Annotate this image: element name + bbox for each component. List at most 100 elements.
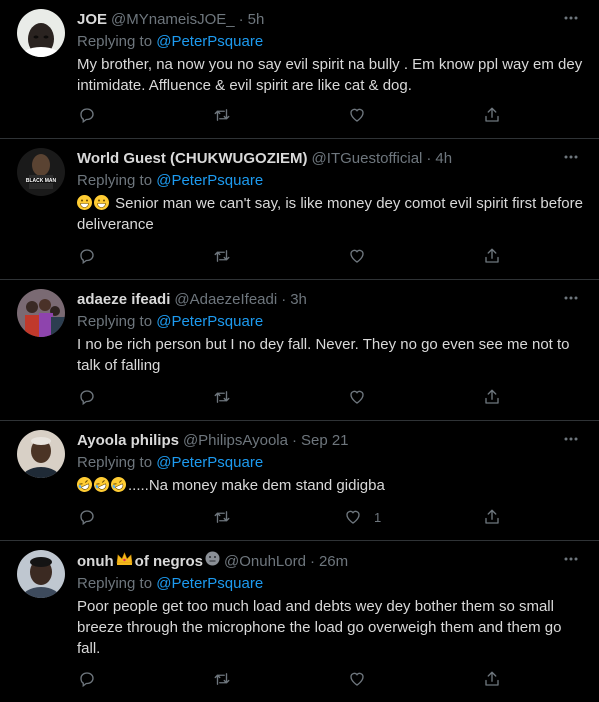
tweet[interactable]: JOE @MYnameisJOE_ · 5h Replying to @Pete… xyxy=(0,0,599,139)
tweet-text-container: Senior man we can't say, is like money d… xyxy=(77,193,583,235)
like-button[interactable] xyxy=(348,388,366,406)
like-heart-icon xyxy=(346,510,360,524)
separator-dot: · xyxy=(281,291,287,308)
tweet[interactable]: onuh of negros @OnuhLord · 26m Replying … xyxy=(0,541,599,702)
tweet-text-container: .....Na money make dem stand gidigba xyxy=(74,474,583,496)
user-handle[interactable]: @MYnameisJOE_ xyxy=(111,10,235,29)
like-button[interactable] xyxy=(348,106,366,124)
reply-icon xyxy=(80,672,94,688)
avatar[interactable] xyxy=(17,289,65,337)
avatar[interactable]: BLACK MAN xyxy=(17,148,65,196)
retweet-icon xyxy=(214,391,230,403)
reply-button[interactable] xyxy=(78,247,96,265)
separator-dot: · xyxy=(309,552,315,570)
retweet-button[interactable] xyxy=(213,388,231,406)
neutral-face-emoji xyxy=(205,551,220,571)
share-button[interactable] xyxy=(483,670,501,688)
like-button[interactable] xyxy=(348,670,366,688)
replying-to: Replying to @PeterPsquare xyxy=(77,574,583,594)
tweet-text: I no be rich person but I no dey fall. N… xyxy=(77,336,570,374)
reply-button[interactable] xyxy=(78,670,96,688)
svg-text:BLACK MAN: BLACK MAN xyxy=(26,178,57,184)
more-dots-icon xyxy=(564,16,578,20)
tweet-text: My brother, na now you no say evil spiri… xyxy=(77,56,583,94)
timestamp[interactable]: 5h xyxy=(248,10,265,29)
rofl-emoji xyxy=(108,474,129,495)
share-icon xyxy=(485,389,499,404)
avatar[interactable] xyxy=(17,550,65,598)
tweet-header: JOE @MYnameisJOE_ · 5h xyxy=(77,10,583,29)
like-button[interactable] xyxy=(348,247,366,265)
reply-button[interactable] xyxy=(78,106,96,124)
tweet[interactable]: BLACK MAN World Guest (CHUKWUGOZIEM) @IT… xyxy=(0,139,599,280)
display-name[interactable]: Ayoola philips xyxy=(77,431,179,450)
like-heart-icon xyxy=(350,249,364,263)
tweet-header: adaeze ifeadi @AdaezeIfeadi · 3h xyxy=(77,290,583,309)
share-button[interactable] xyxy=(483,247,501,265)
mention-link[interactable]: @PeterPsquare xyxy=(156,454,263,471)
display-name-suffix[interactable]: of negros xyxy=(135,552,203,571)
like-heart-icon xyxy=(350,390,364,404)
tweet-actions: 1 xyxy=(0,500,599,534)
tweet-header: World Guest (CHUKWUGOZIEM) @ITGuestoffic… xyxy=(77,149,583,168)
retweet-button[interactable] xyxy=(213,106,231,124)
separator-dot: · xyxy=(238,11,244,28)
like-heart-icon xyxy=(350,108,364,122)
user-handle[interactable]: @ITGuestofficial xyxy=(312,149,423,168)
timestamp[interactable]: Sep 21 xyxy=(301,431,349,450)
reply-icon xyxy=(80,249,94,265)
retweet-button[interactable] xyxy=(213,670,231,688)
mention-link[interactable]: @PeterPsquare xyxy=(156,33,263,50)
avatar[interactable] xyxy=(17,9,65,57)
reply-icon xyxy=(80,510,94,526)
retweet-icon xyxy=(214,673,230,685)
replying-to: Replying to @PeterPsquare xyxy=(77,32,583,52)
display-name[interactable]: JOE xyxy=(77,10,107,29)
retweet-button[interactable] xyxy=(213,508,231,526)
reply-icon xyxy=(80,108,94,124)
timestamp[interactable]: 3h xyxy=(290,290,307,309)
avatar[interactable] xyxy=(17,430,65,478)
mention-link[interactable]: @PeterPsquare xyxy=(156,313,263,330)
display-name[interactable]: adaeze ifeadi xyxy=(77,290,170,309)
display-name[interactable]: World Guest (CHUKWUGOZIEM) xyxy=(77,149,308,168)
more-dots-icon xyxy=(564,296,578,300)
user-handle[interactable]: @OnuhLord xyxy=(224,552,306,571)
more-options-button[interactable] xyxy=(561,147,581,167)
retweet-icon xyxy=(214,109,230,121)
tweet[interactable]: Ayoola philips @PhilipsAyoola · Sep 21 R… xyxy=(0,421,599,541)
tweet[interactable]: adaeze ifeadi @AdaezeIfeadi · 3h Replyin… xyxy=(0,280,599,421)
reply-icon xyxy=(80,390,94,406)
like-count: 1 xyxy=(374,509,382,525)
mention-link[interactable]: @PeterPsquare xyxy=(156,575,263,592)
tweet-body: JOE @MYnameisJOE_ · 5h Replying to @Pete… xyxy=(77,0,583,96)
tweet-actions xyxy=(0,662,599,696)
crown-emoji xyxy=(116,551,133,571)
more-options-button[interactable] xyxy=(561,8,581,28)
user-handle[interactable]: @PhilipsAyoola xyxy=(183,431,288,450)
tweet-actions xyxy=(0,380,599,414)
like-button[interactable]: 1 xyxy=(344,508,381,526)
more-options-button[interactable] xyxy=(561,429,581,449)
reply-button[interactable] xyxy=(78,388,96,406)
share-button[interactable] xyxy=(483,106,501,124)
more-options-button[interactable] xyxy=(561,549,581,569)
rofl-emoji xyxy=(91,474,112,495)
mention-link[interactable]: @PeterPsquare xyxy=(156,172,263,189)
tweet-text: Senior man we can't say, is like money d… xyxy=(77,195,583,233)
share-button[interactable] xyxy=(483,508,501,526)
replying-to-label: Replying to xyxy=(77,454,153,471)
reply-button[interactable] xyxy=(78,508,96,526)
timestamp[interactable]: 26m xyxy=(319,552,348,571)
more-dots-icon xyxy=(564,437,578,441)
separator-dot: · xyxy=(291,432,297,449)
grinning-face-emoji xyxy=(94,195,109,210)
tweet-header: onuh of negros @OnuhLord · 26m xyxy=(77,551,583,571)
retweet-icon xyxy=(214,511,230,523)
more-options-button[interactable] xyxy=(561,288,581,308)
display-name[interactable]: onuh xyxy=(77,552,114,571)
share-button[interactable] xyxy=(483,388,501,406)
user-handle[interactable]: @AdaezeIfeadi xyxy=(174,290,277,309)
timestamp[interactable]: 4h xyxy=(435,149,452,168)
retweet-button[interactable] xyxy=(213,247,231,265)
